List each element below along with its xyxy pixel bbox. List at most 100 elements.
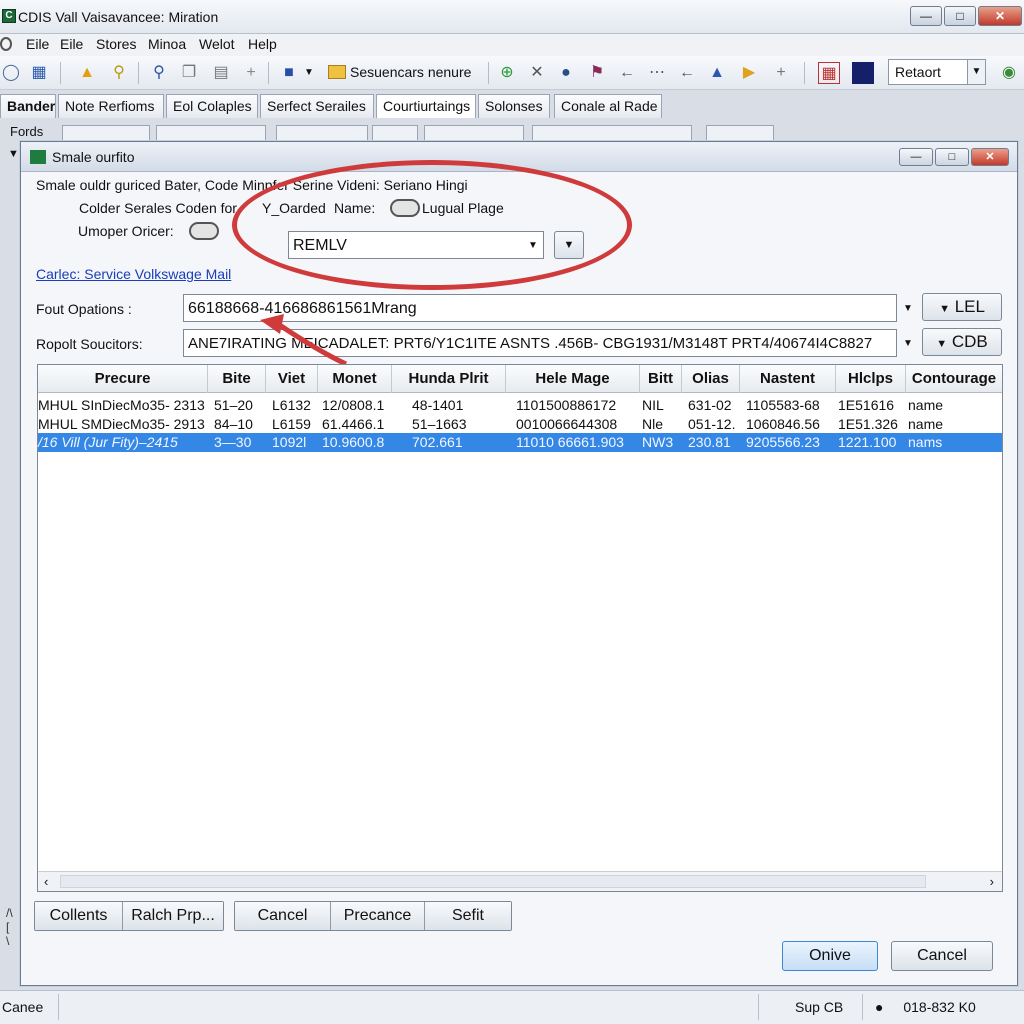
tab-solonses[interactable]: Solonses xyxy=(478,94,550,118)
tab-strip: Bander Note Rerfioms Eol Colaples Serfec… xyxy=(0,94,1024,120)
expand-caret-icon[interactable]: ▼ xyxy=(8,148,19,160)
report-icon[interactable]: ▦ xyxy=(818,62,840,84)
col-bitt[interactable]: Bitt xyxy=(640,365,682,393)
window-title: CDIS Vall Vaisavancee: Miration xyxy=(18,9,219,25)
cancel-footer-button[interactable]: Cancel xyxy=(891,941,993,971)
retaort-combo[interactable]: Retaort ▼ xyxy=(888,59,986,85)
tab-courtiurtaings[interactable]: Courtiurtaings xyxy=(376,94,476,118)
close-button[interactable]: ✕ xyxy=(978,6,1022,26)
menu-help[interactable]: Help xyxy=(248,36,277,52)
precance-button[interactable]: Precance xyxy=(331,902,425,930)
scroll-right-icon[interactable]: › xyxy=(990,874,994,889)
terminal-icon[interactable] xyxy=(852,62,874,84)
subtab-4[interactable] xyxy=(372,125,418,141)
tab-serfect-serailes[interactable]: Serfect Serailes xyxy=(260,94,374,118)
col-olias[interactable]: Olias xyxy=(682,365,740,393)
col-hlclps[interactable]: Hlclps xyxy=(836,365,906,393)
status-left: Canee xyxy=(2,999,44,1015)
scroll-left-icon[interactable]: ‹ xyxy=(44,874,48,889)
cdb-button[interactable]: ▼ CDB xyxy=(922,328,1002,356)
fords-label: Fords xyxy=(10,124,44,139)
table-cell: 230.81 xyxy=(688,434,731,450)
arrow-left-icon[interactable]: ← xyxy=(616,62,638,84)
table-row[interactable]: MHUL SInDiecMo35- 2313 51–20 L6132 12/08… xyxy=(38,396,1002,415)
subtab-1[interactable] xyxy=(62,125,150,141)
collents-button[interactable]: Collents xyxy=(35,902,123,930)
chain-icon[interactable] xyxy=(189,222,219,240)
dialog-minimize-button[interactable]: — xyxy=(899,148,933,166)
table-cell: 0010066644308 xyxy=(516,416,618,432)
tab-eol-colaples[interactable]: Eol Colaples xyxy=(166,94,258,118)
service-mail-link[interactable]: Carlec: Service Volkswage Mail xyxy=(36,266,231,282)
subtab-6[interactable] xyxy=(532,125,692,141)
forward-icon[interactable]: ▶ xyxy=(738,62,760,84)
subtab-2[interactable] xyxy=(156,125,266,141)
ralch-button[interactable]: Ralch Prp... xyxy=(123,902,223,930)
col-hunda-plrit[interactable]: Hunda Plrit xyxy=(392,365,506,393)
subtab-5[interactable] xyxy=(424,125,524,141)
status-sup: Sup CB xyxy=(758,994,862,1020)
dialog-close-button[interactable]: ✕ xyxy=(971,148,1009,166)
fout-chevron-down-icon[interactable]: ▼ xyxy=(903,303,913,314)
col-hele-mage[interactable]: Hele Mage xyxy=(506,365,640,393)
menu-eile-1[interactable]: Eile xyxy=(26,36,49,52)
menu-minoa[interactable]: Minoa xyxy=(148,36,186,52)
ropolt-chevron-down-icon[interactable]: ▼ xyxy=(903,338,913,349)
window-dropdown-icon[interactable]: ▼ xyxy=(298,62,320,84)
copy-icon[interactable]: ❐ xyxy=(178,62,200,84)
col-contourage[interactable]: Contourage xyxy=(906,365,1002,393)
arrow-split-icon[interactable]: ← xyxy=(676,62,698,84)
side-fragment: /\[\ xyxy=(6,906,13,948)
table-cell: 1092l xyxy=(272,434,307,450)
subtab-7[interactable] xyxy=(706,125,774,141)
folder-icon[interactable] xyxy=(328,65,346,79)
cancel-button[interactable]: Cancel xyxy=(235,902,331,930)
col-monet[interactable]: Monet xyxy=(318,365,392,393)
tab-bander[interactable]: Bander xyxy=(0,94,56,118)
warning-icon[interactable]: ▲ xyxy=(76,62,98,84)
lel-button[interactable]: ▼ LEL xyxy=(922,293,1002,321)
maximize-button[interactable]: □ xyxy=(944,6,976,26)
tab-note-rerfioms[interactable]: Note Rerfioms xyxy=(58,94,164,118)
add-circle-icon[interactable]: ⊕ xyxy=(496,62,518,84)
add-icon[interactable]: + xyxy=(770,62,792,84)
col-nastent[interactable]: Nastent xyxy=(740,365,836,393)
tab-conale-al-rade[interactable]: Conale al Rade xyxy=(554,94,662,118)
col-precure[interactable]: Precure xyxy=(38,365,208,393)
sefit-button[interactable]: Sefit xyxy=(425,902,511,930)
horizontal-scrollbar[interactable]: ‹ › xyxy=(38,871,1002,891)
save-icon[interactable]: ▦ xyxy=(28,62,50,84)
info-icon[interactable]: ● xyxy=(555,62,577,84)
flag-icon[interactable]: ⚑ xyxy=(586,62,608,84)
table-cell: Nle xyxy=(642,416,664,432)
globe-icon[interactable]: ◉ xyxy=(998,62,1020,84)
search-icon[interactable]: ⚲ xyxy=(108,62,130,84)
key-icon[interactable]: ⚲ xyxy=(148,62,170,84)
alert-icon[interactable]: ▲ xyxy=(706,62,728,84)
menu-eile-2[interactable]: Eile xyxy=(60,36,83,52)
more-icon[interactable]: ⋯ xyxy=(646,62,668,84)
scrollbar-thumb[interactable] xyxy=(60,875,926,888)
ropolt-label: Ropolt Soucitors: xyxy=(36,336,143,352)
onive-button[interactable]: Onive xyxy=(782,941,878,971)
dialog-maximize-button[interactable]: □ xyxy=(935,148,969,166)
chevron-down-icon[interactable]: ▼ xyxy=(967,60,985,84)
col-viet[interactable]: Viet xyxy=(266,365,318,393)
table-header: Precure Bite Viet Monet Hunda Plrit Hele… xyxy=(38,365,1002,393)
table-row[interactable]: MHUL SMDiecMo35- 2913 84–10 L6159 61.446… xyxy=(38,415,1002,434)
subtab-3[interactable] xyxy=(276,125,368,141)
table-cell: 1101500886172 xyxy=(516,397,617,413)
table-row-selected[interactable]: /16 Vill (Jur Fity)–2415 3—30 1092l 10.9… xyxy=(38,433,1002,452)
plus-icon[interactable]: + xyxy=(240,62,262,84)
menu-welot[interactable]: Welot xyxy=(199,36,235,52)
delete-icon[interactable]: ✕ xyxy=(526,62,548,84)
window-icon[interactable]: ■ xyxy=(278,62,300,84)
menu-stores[interactable]: Stores xyxy=(96,36,136,52)
minimize-button[interactable]: — xyxy=(910,6,942,26)
paste-icon[interactable]: ▤ xyxy=(210,62,232,84)
folder-label[interactable]: Sesuencars nenure xyxy=(350,64,471,80)
menu-app-icon[interactable] xyxy=(0,37,12,51)
status-code: 018-832 K0 xyxy=(903,999,976,1015)
back-icon[interactable]: ◯ xyxy=(0,62,22,84)
col-bite[interactable]: Bite xyxy=(208,365,266,393)
